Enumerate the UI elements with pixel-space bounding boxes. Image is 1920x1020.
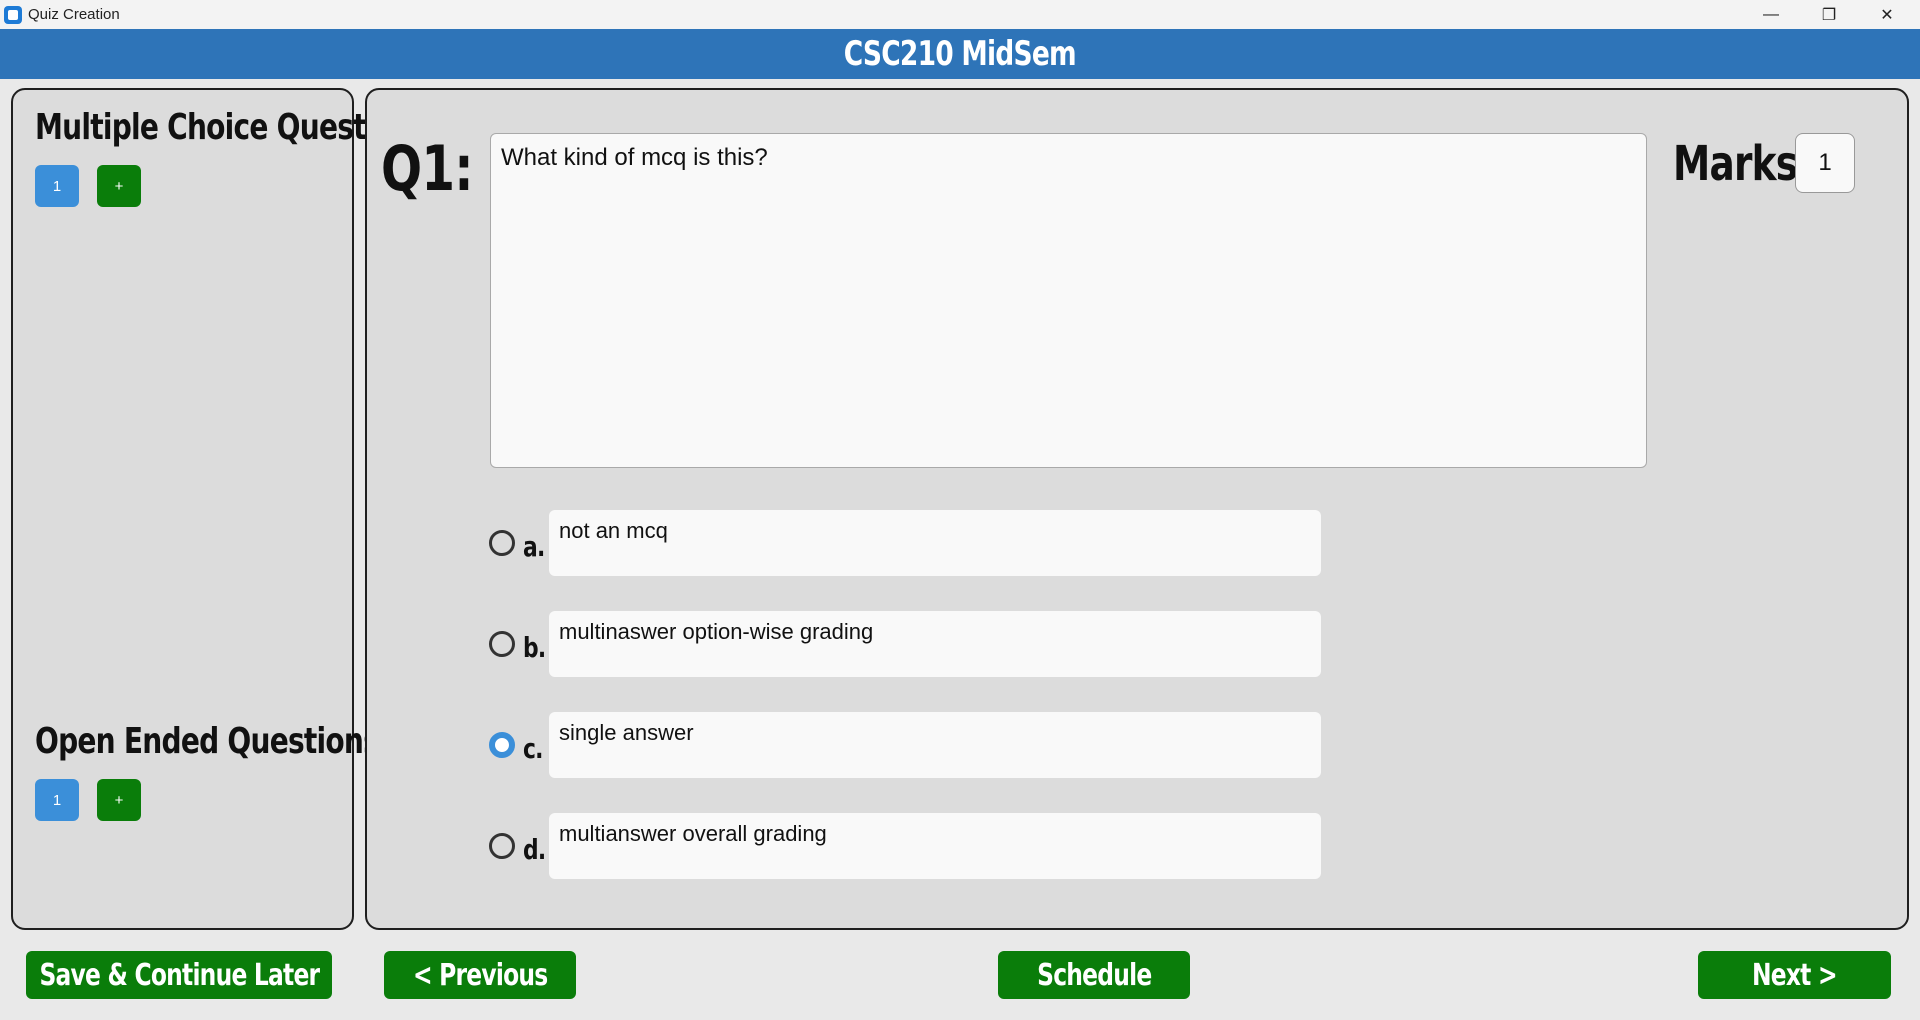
- option-a-letter: a.: [523, 530, 545, 563]
- app-icon: [4, 5, 22, 24]
- question-text-input[interactable]: What kind of mcq is this?: [490, 133, 1647, 468]
- marks-input[interactable]: 1: [1795, 133, 1855, 193]
- option-b-input[interactable]: multinaswer option-wise grading: [549, 611, 1321, 677]
- add-open-ended-button[interactable]: +: [97, 779, 141, 821]
- option-a-input[interactable]: not an mcq: [549, 510, 1321, 576]
- question-editor: Q1: What kind of mcq is this? Marks: 1 a…: [365, 88, 1909, 930]
- add-mcq-button[interactable]: +: [97, 165, 141, 207]
- quiz-title: CSC210 MidSem: [843, 34, 1077, 74]
- mcq-question-list: 1 +: [35, 165, 141, 207]
- minimize-button[interactable]: —: [1742, 0, 1800, 29]
- option-b-letter: b.: [523, 631, 546, 664]
- option-a-radio[interactable]: [489, 530, 515, 556]
- question-navigator: Multiple Choice Questions 1 + Open Ended…: [11, 88, 429, 930]
- mcq-question-button-1[interactable]: 1: [35, 165, 79, 207]
- option-c-letter: c.: [523, 732, 543, 765]
- maximize-button[interactable]: ❐: [1800, 0, 1858, 29]
- option-d-input[interactable]: multianswer overall grading: [549, 813, 1321, 879]
- close-button[interactable]: ✕: [1858, 0, 1916, 29]
- question-number-label: Q1:: [381, 132, 474, 205]
- save-continue-later-button[interactable]: Save & Continue Later: [26, 951, 332, 999]
- quiz-header: CSC210 MidSem: [0, 29, 1920, 79]
- previous-button[interactable]: < Previous: [384, 951, 576, 999]
- option-c-radio[interactable]: [489, 732, 515, 758]
- option-c-input[interactable]: single answer: [549, 712, 1321, 778]
- open-ended-question-list: 1 +: [35, 779, 141, 821]
- option-d-letter: d.: [523, 833, 546, 866]
- window-title: Quiz Creation: [28, 6, 120, 23]
- open-ended-question-button-1[interactable]: 1: [35, 779, 79, 821]
- next-button[interactable]: Next >: [1698, 951, 1891, 999]
- window-titlebar: Quiz Creation — ❐ ✕: [0, 0, 1920, 29]
- option-d-radio[interactable]: [489, 833, 515, 859]
- schedule-button[interactable]: Schedule: [998, 951, 1190, 999]
- option-b-radio[interactable]: [489, 631, 515, 657]
